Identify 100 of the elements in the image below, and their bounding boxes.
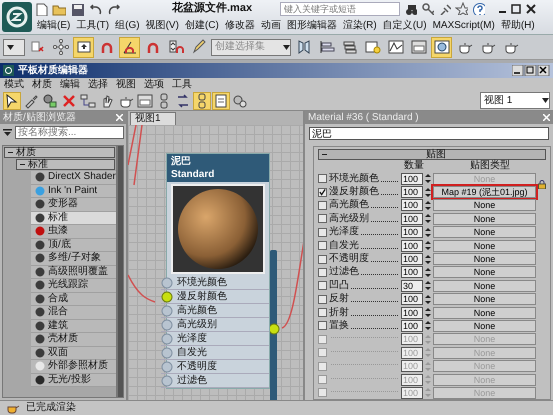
- map-button[interactable]: None: [433, 253, 536, 266]
- group-header[interactable]: 标准: [16, 159, 115, 170]
- material-item[interactable]: 双面: [31, 346, 116, 360]
- group-header[interactable]: 材质: [4, 147, 115, 158]
- node-header[interactable]: 泥巴 Standard: [167, 154, 269, 182]
- close-icon[interactable]: [543, 114, 550, 121]
- spinner-icon[interactable]: [425, 320, 431, 332]
- menu-item[interactable]: MAXScript(M): [430, 20, 498, 32]
- key-icon[interactable]: [421, 2, 434, 15]
- checkbox[interactable]: [318, 268, 327, 277]
- spinner-icon[interactable]: [425, 266, 431, 278]
- map-button[interactable]: None: [433, 212, 536, 225]
- material-item[interactable]: 多维/子对象: [31, 252, 116, 266]
- menu-item[interactable]: 材质: [28, 78, 56, 90]
- star-icon[interactable]: [455, 2, 468, 15]
- search-field[interactable]: 按名称搜索...: [15, 126, 124, 139]
- map-button[interactable]: None: [433, 306, 536, 319]
- amount-field[interactable]: 100: [401, 293, 423, 306]
- map-button[interactable]: None: [433, 199, 536, 212]
- spinner-icon[interactable]: [425, 294, 431, 305]
- node-slot[interactable]: 高光颜色: [161, 304, 269, 318]
- checkbox[interactable]: [318, 281, 327, 290]
- material-item[interactable]: 建筑: [31, 320, 116, 333]
- material-item[interactable]: 标准: [31, 212, 116, 225]
- binoculars-icon[interactable]: [404, 2, 418, 15]
- undo-icon[interactable]: [88, 2, 102, 16]
- menu-item[interactable]: 工具(T): [73, 20, 112, 32]
- amount-field[interactable]: 100: [401, 199, 423, 212]
- material-item[interactable]: 合成: [31, 292, 116, 306]
- material-item[interactable]: 变形器: [31, 198, 116, 212]
- amount-field[interactable]: 100: [401, 212, 423, 225]
- spinner-icon[interactable]: [425, 307, 431, 318]
- node-slot[interactable]: 不透明度: [161, 360, 269, 374]
- menu-item[interactable]: 组(G): [112, 20, 143, 32]
- map-button[interactable]: Map #19 (泥土01.jpg): [433, 186, 536, 198]
- menu-item[interactable]: 创建(C): [182, 20, 222, 32]
- scrollbar[interactable]: [117, 145, 124, 398]
- menu-item[interactable]: 自定义(U): [380, 20, 430, 32]
- checkbox[interactable]: [318, 241, 327, 250]
- material-item[interactable]: 虫漆: [31, 225, 116, 238]
- material-item[interactable]: 外部参照材质: [31, 360, 116, 374]
- amount-field[interactable]: 100: [401, 306, 423, 319]
- amount-field[interactable]: 100: [401, 253, 423, 266]
- spinner-icon[interactable]: [425, 213, 431, 224]
- amount-field[interactable]: 30: [401, 280, 423, 292]
- menu-item[interactable]: 选项: [140, 78, 168, 90]
- menu-item[interactable]: 编辑: [56, 78, 84, 90]
- node-slot[interactable]: 自发光: [161, 346, 269, 360]
- menu-item[interactable]: 视图(V): [142, 20, 182, 32]
- close-icon[interactable]: [116, 114, 123, 121]
- node-slot[interactable]: 光泽度: [161, 332, 269, 346]
- amount-field[interactable]: 100: [401, 266, 423, 278]
- checkbox[interactable]: [318, 214, 327, 224]
- spinner-icon[interactable]: [425, 200, 431, 211]
- window-controls-icon[interactable]: [497, 4, 538, 14]
- amount-field[interactable]: 100: [401, 320, 423, 332]
- socket-icon[interactable]: [161, 290, 173, 302]
- menu-item[interactable]: 视图: [112, 78, 140, 90]
- map-button[interactable]: None: [433, 293, 536, 306]
- checkbox[interactable]: [318, 200, 327, 210]
- checkbox[interactable]: [318, 188, 327, 197]
- new-file-icon[interactable]: [34, 2, 48, 16]
- view-dropdown[interactable]: 视图 1: [480, 92, 550, 109]
- menu-item[interactable]: 编辑(E): [34, 20, 74, 32]
- menu-item[interactable]: 动画: [258, 20, 284, 32]
- toolbar-button[interactable]: [136, 92, 154, 110]
- material-item[interactable]: DirectX Shader: [31, 171, 116, 184]
- menu-item[interactable]: 图形编辑器: [284, 20, 340, 32]
- spinner-icon[interactable]: [425, 226, 431, 238]
- spinner-icon[interactable]: [425, 173, 431, 184]
- map-button[interactable]: None: [433, 320, 536, 332]
- menu-item[interactable]: 修改器: [222, 20, 258, 32]
- map-button[interactable]: None: [433, 240, 536, 252]
- toolbar-button[interactable]: [41, 92, 59, 110]
- rollout-header[interactable]: 贴图: [318, 149, 546, 160]
- spinner-icon[interactable]: [425, 240, 431, 252]
- lock-icon[interactable]: [538, 180, 546, 190]
- checkbox[interactable]: [318, 321, 327, 330]
- redo-icon[interactable]: [106, 2, 120, 16]
- name-field[interactable]: 泥巴: [309, 127, 549, 140]
- spinner-icon[interactable]: [425, 254, 431, 265]
- menu-item[interactable]: 帮助(H): [498, 20, 538, 32]
- menu-item[interactable]: 模式: [0, 78, 28, 90]
- map-button[interactable]: None: [433, 266, 536, 278]
- amount-field[interactable]: 100: [401, 186, 423, 198]
- spinner-icon[interactable]: [425, 186, 431, 198]
- spinner-icon[interactable]: [425, 280, 431, 292]
- filter-icon[interactable]: [3, 129, 12, 136]
- toolbar-button[interactable]: [79, 92, 97, 110]
- app-logo[interactable]: [2, 2, 32, 32]
- checkbox[interactable]: [318, 254, 327, 264]
- material-item[interactable]: 壳材质: [31, 333, 116, 346]
- node-slot[interactable]: 高光级别: [161, 318, 269, 332]
- toolbar-button[interactable]: [119, 36, 140, 58]
- view-tab[interactable]: 视图1: [130, 112, 176, 125]
- menu-item[interactable]: 渲染(R): [340, 20, 380, 32]
- node-slot[interactable]: 漫反射颜色: [161, 290, 269, 304]
- material-item[interactable]: 光线跟踪: [31, 279, 116, 292]
- toolbar-button[interactable]: [431, 36, 452, 58]
- amount-field[interactable]: 100: [401, 172, 423, 185]
